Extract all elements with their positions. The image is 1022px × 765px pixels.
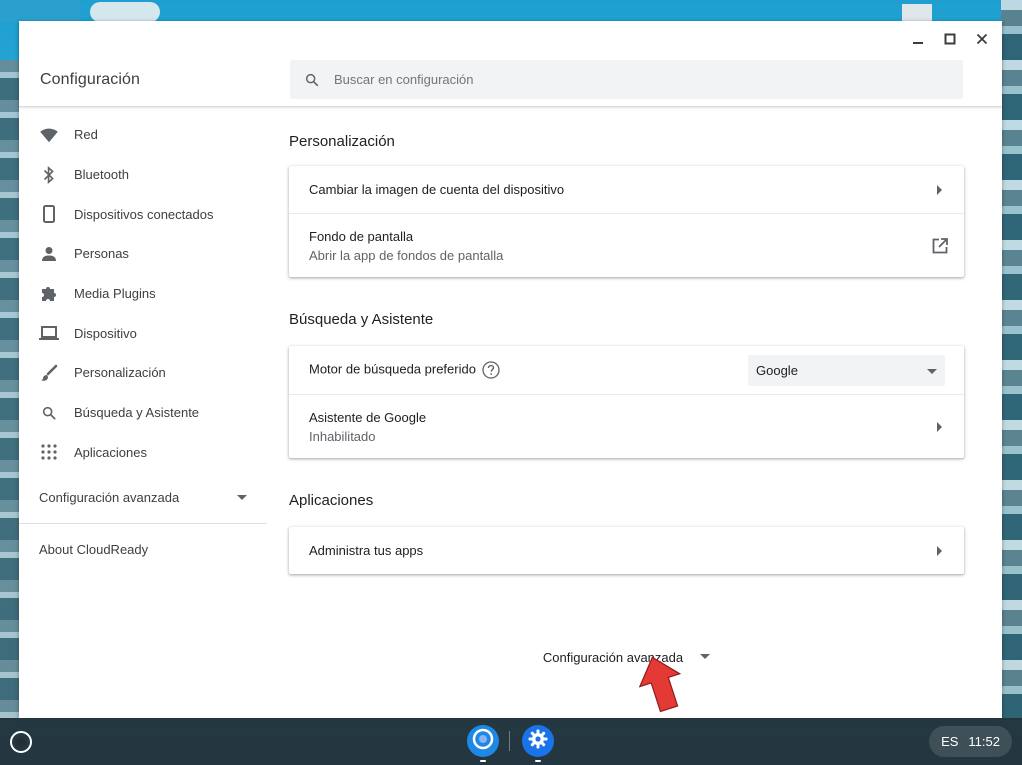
arrow-right-icon	[932, 419, 948, 435]
shelf: ES 11:52	[0, 718, 1022, 765]
main-content: Personalización Cambiar la imagen de cue…	[289, 107, 964, 665]
change-account-image-row[interactable]: Cambiar la imagen de cuenta del disposit…	[289, 166, 964, 213]
row-sublabel: Abrir la app de fondos de pantalla	[309, 247, 504, 263]
apps-grid-icon	[39, 442, 59, 462]
wallpaper-building-top	[902, 4, 932, 22]
annotation-arrow-icon	[636, 654, 686, 719]
google-assistant-row[interactable]: Asistente de Google Inhabilitado	[289, 394, 964, 458]
select-value: Google	[756, 362, 798, 378]
row-label: Fondo de pantalla	[309, 228, 414, 244]
sidebar-item-label: Dispositivos conectados	[74, 206, 214, 222]
window-controls	[904, 27, 996, 51]
search-input[interactable]	[334, 72, 934, 87]
apps-card: Administra tus apps	[289, 527, 964, 574]
row-sublabel: Inhabilitado	[309, 428, 376, 444]
sidebar-item-device[interactable]: Dispositivo	[19, 313, 267, 353]
maximize-icon	[944, 33, 956, 45]
search-box[interactable]	[290, 60, 963, 99]
sidebar-item-label: Media Plugins	[74, 286, 156, 302]
sidebar-item-label: Red	[74, 127, 98, 143]
sidebar-item-media-plugins[interactable]: Media Plugins	[19, 274, 267, 314]
sidebar-item-label: Aplicaciones	[74, 444, 147, 460]
sidebar-item-red[interactable]: Red	[19, 115, 267, 155]
sidebar-item-connected-devices[interactable]: Dispositivos conectados	[19, 194, 267, 234]
running-indicator	[535, 760, 541, 762]
settings-app-button[interactable]	[522, 725, 554, 757]
wallpaper-sky-block	[0, 0, 80, 22]
sidebar-advanced-label: Configuración avanzada	[39, 489, 180, 505]
open-external-icon	[932, 237, 948, 254]
sidebar-item-about[interactable]: About CloudReady	[19, 524, 267, 574]
manage-apps-row[interactable]: Administra tus apps	[289, 527, 964, 574]
ime-indicator: ES	[941, 734, 959, 749]
section-title-search-assistant: Búsqueda y Asistente	[289, 311, 434, 328]
chrome-icon	[472, 728, 494, 755]
sidebar-item-search-assistant[interactable]: Búsqueda y Asistente	[19, 393, 267, 433]
wallpaper-building-left	[0, 60, 19, 720]
search-icon	[39, 403, 59, 423]
personalization-card: Cambiar la imagen de cuenta del disposit…	[289, 166, 964, 277]
caret-down-icon	[700, 654, 711, 660]
maximize-button[interactable]	[936, 27, 964, 51]
search-engine-row: Motor de búsqueda preferido Google	[289, 346, 964, 394]
row-label: Cambiar la imagen de cuenta del disposit…	[309, 182, 565, 197]
wallpaper-row[interactable]: Fondo de pantalla Abrir la app de fondos…	[289, 213, 964, 277]
chrome-app-button[interactable]	[467, 725, 499, 757]
help-icon[interactable]	[482, 361, 500, 379]
sidebar-advanced-toggle[interactable]: Configuración avanzada	[19, 475, 267, 519]
clock: 11:52	[968, 734, 1000, 749]
wallpaper-building-right	[1001, 0, 1022, 720]
settings-window: Configuración Red	[19, 21, 1002, 718]
arrow-right-icon	[932, 543, 948, 559]
brush-icon	[39, 363, 59, 383]
launcher-button[interactable]	[10, 731, 32, 753]
section-title-apps: Aplicaciones	[289, 492, 374, 509]
arrow-right-icon	[932, 182, 948, 198]
sidebar-item-label: Personas	[74, 246, 129, 262]
wifi-icon	[39, 125, 59, 145]
search-icon	[302, 70, 322, 90]
search-engine-select[interactable]: Google	[748, 354, 945, 386]
row-label: Asistente de Google	[309, 409, 427, 425]
close-icon	[976, 33, 988, 45]
sidebar-item-label: Bluetooth	[74, 167, 129, 183]
assistant-text: Asistente de Google Inhabilitado	[309, 410, 426, 444]
sidebar-item-label: Personalización	[74, 365, 166, 381]
settings-header: Configuración	[19, 21, 1002, 107]
person-icon	[39, 244, 59, 264]
gear-icon	[528, 729, 548, 754]
phone-icon	[39, 204, 59, 224]
laptop-icon	[39, 323, 59, 343]
close-button[interactable]	[968, 27, 996, 51]
puzzle-icon	[39, 284, 59, 304]
sidebar-item-personalization[interactable]: Personalización	[19, 353, 267, 393]
sidebar: Red Bluetooth Dispositivos conectados Pe…	[19, 107, 267, 574]
section-title-personalization: Personalización	[289, 133, 395, 150]
sidebar-item-apps[interactable]: Aplicaciones	[19, 433, 267, 473]
minimize-button[interactable]	[904, 27, 932, 51]
status-tray[interactable]: ES 11:52	[929, 726, 1012, 757]
caret-down-icon	[927, 363, 937, 378]
running-indicator	[480, 760, 486, 762]
caret-down-icon	[237, 488, 247, 506]
shelf-separator	[509, 731, 510, 751]
sidebar-item-bluetooth[interactable]: Bluetooth	[19, 155, 267, 195]
app-title: Configuración	[40, 71, 141, 88]
sidebar-item-label: Dispositivo	[74, 325, 137, 341]
wallpaper-text: Fondo de pantalla Abrir la app de fondos…	[309, 229, 503, 263]
search-engine-label: Motor de búsqueda preferido	[309, 361, 476, 377]
sidebar-item-people[interactable]: Personas	[19, 234, 267, 274]
row-label: Administra tus apps	[309, 543, 424, 558]
minimize-icon	[913, 42, 923, 44]
sidebar-item-label: Búsqueda y Asistente	[74, 405, 200, 421]
advanced-settings-toggle[interactable]: Configuración avanzada	[289, 647, 964, 667]
row-label: Motor de búsqueda preferido	[309, 361, 500, 379]
search-assistant-card: Motor de búsqueda preferido Google Asist…	[289, 346, 964, 458]
wallpaper-cloud	[90, 2, 160, 22]
bluetooth-icon	[39, 165, 59, 185]
